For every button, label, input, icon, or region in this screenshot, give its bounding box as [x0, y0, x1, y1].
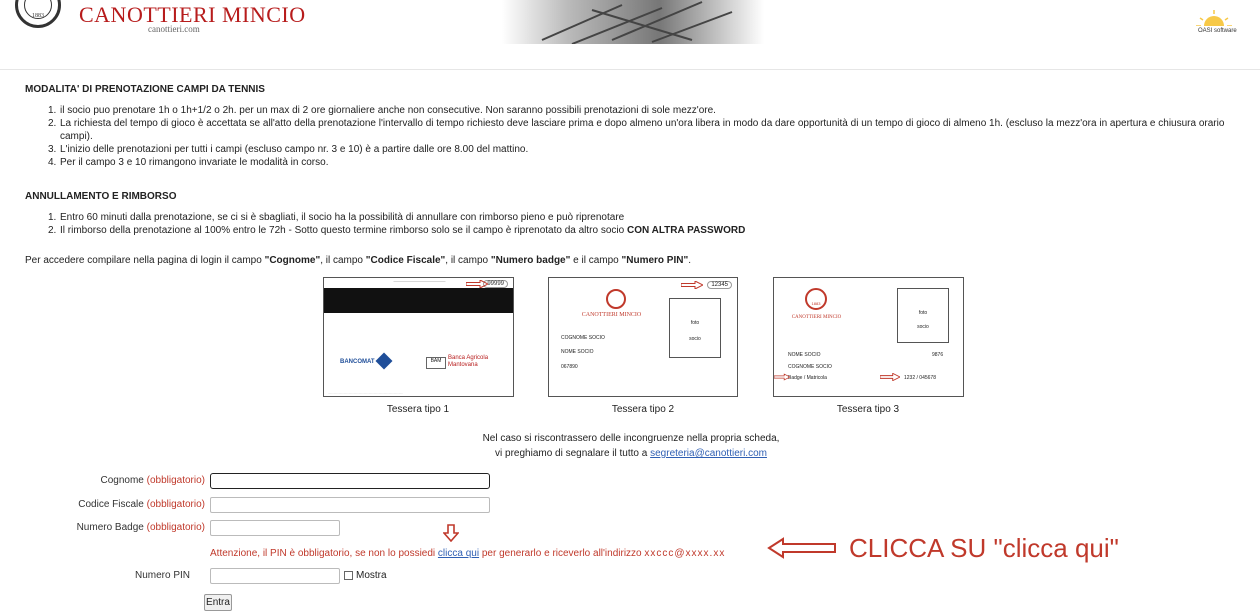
notice-line-1: Nel caso si riscontrassero delle incongr…	[482, 433, 780, 444]
show-pin-label: Mostra	[356, 570, 387, 581]
booking-title: MODALITA' DI PRENOTAZIONE CAMPI DA TENNI…	[25, 84, 265, 95]
numero-badge-label: Numero Badge (obbligatorio)	[76, 522, 205, 533]
card-type-2: 12345 CANOTTIERI MINCIO foto socio COGNO…	[548, 277, 738, 397]
list-item: 1. il socio puo prenotare 1h o 1h+1/2 o 2…	[48, 105, 716, 116]
clicca-qui-link[interactable]: clicca qui	[438, 548, 479, 559]
card-caption: Tessera tipo 3	[836, 404, 900, 415]
bancomat-logo: BANCOMAT	[340, 359, 375, 365]
card-caption: Tessera tipo 2	[611, 404, 675, 415]
email-link[interactable]: segreteria@canottieri.com	[650, 448, 767, 459]
notice-line-2: vi preghiamo di segnalare il tutto a seg…	[495, 448, 767, 459]
list-item: 2. La richiesta del tempo di gioco è acce…	[48, 118, 1225, 142]
club-seal-logo: 1883	[15, 0, 61, 28]
list-item: 3. L'inizio delle prenotazioni per tutti …	[48, 144, 529, 155]
header: 1883 CANOTTIERI MINCIO canottieri.com OA…	[0, 0, 1260, 70]
access-instructions: Per accedere compilare nella pagina di l…	[25, 255, 691, 266]
card-type-3: 1883 CANOTTIERI MINCIO foto socio NOME S…	[773, 277, 964, 397]
numero-badge-input[interactable]	[210, 520, 340, 536]
entra-button[interactable]: Entra	[204, 594, 232, 611]
oasi-logo-text: OASI software	[1198, 28, 1237, 34]
club-site: canottieri.com	[148, 24, 200, 34]
red-arrow-icon	[681, 281, 703, 289]
bank-logo: Banca Agricola Mantovana	[448, 355, 489, 368]
list-item: 2. Il rimborso della prenotazione al 100%…	[48, 225, 746, 236]
card-number: 12345	[707, 281, 732, 289]
card-type-1: ————————————— 99999 BANCOMAT BAM Banca A…	[323, 277, 514, 397]
numero-pin-label: Numero PIN	[134, 570, 190, 581]
cognome-input[interactable]	[210, 473, 490, 489]
refund-rules-list: 1. Entro 60 minuti dalla prenotazione, se…	[48, 211, 1240, 237]
card-club-name: CANOTTIERI MINCIO	[581, 312, 642, 318]
list-item: 1. Entro 60 minuti dalla prenotazione, se…	[48, 212, 625, 223]
annotation-callout: CLICCA SU "clicca qui"	[849, 533, 1119, 563]
card-caption: Tessera tipo 1	[386, 404, 450, 415]
card-club-name: CANOTTIERI MINCIO	[791, 315, 842, 320]
codice-fiscale-input[interactable]	[210, 497, 490, 513]
booking-rules-list: 1. il socio puo prenotare 1h o 1h+1/2 o 2…	[48, 104, 1240, 169]
red-arrow-icon	[466, 280, 488, 288]
arrow-left-icon	[767, 537, 836, 559]
red-arrow-icon	[774, 373, 790, 381]
pin-warning: Attenzione, il PIN è obbligatorio, se no…	[210, 548, 726, 559]
numero-pin-input[interactable]	[210, 568, 340, 584]
list-item: 4. Per il campo 3 e 10 rimangono invariat…	[48, 157, 329, 168]
red-arrow-icon	[880, 373, 900, 381]
arrow-down-icon	[443, 524, 459, 542]
seal-year: 1883	[32, 13, 44, 19]
refund-title: ANNULLAMENTO E RIMBORSO	[25, 191, 177, 202]
cognome-label: Cognome (obbligatorio)	[100, 475, 205, 486]
show-pin-checkbox[interactable]	[344, 571, 353, 580]
codice-fiscale-label: Codice Fiscale (obbligatorio)	[78, 499, 205, 510]
tennis-banner-image	[502, 0, 764, 44]
